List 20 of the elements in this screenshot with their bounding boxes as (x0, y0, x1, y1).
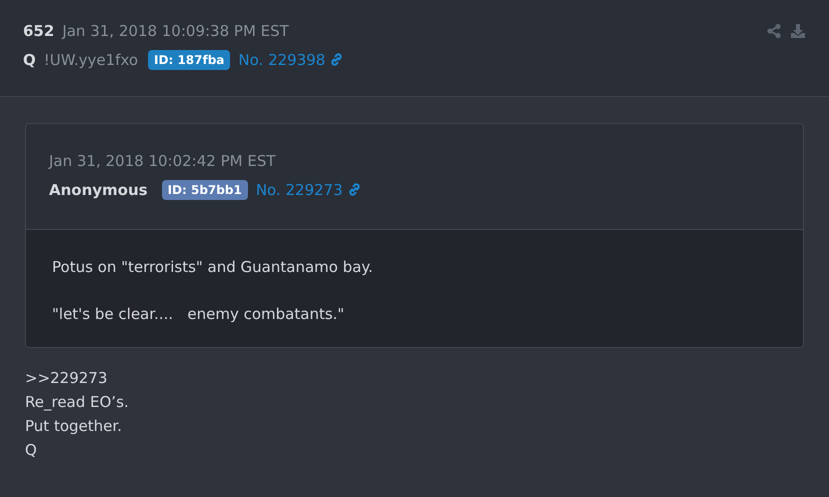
post-text-line: Re_read EO’s. (25, 392, 129, 413)
id-badge: ID: 5b7bb1 (162, 180, 248, 200)
post-number-link[interactable]: No. 229273 (256, 178, 343, 201)
post-text-line: >>229273 (25, 368, 108, 389)
post-number-link[interactable]: No. 229398 (238, 48, 326, 71)
post-timestamp: Jan 31, 2018 10:02:42 PM EST (49, 151, 276, 172)
author-name: Anonymous (49, 180, 148, 200)
share-icon[interactable] (766, 23, 782, 39)
download-icon[interactable] (790, 23, 806, 39)
post-text-line: Put together. (25, 416, 122, 437)
link-icon[interactable] (346, 182, 362, 198)
tripcode: !UW.yye1fxo (44, 50, 138, 70)
post-number: 652 (23, 21, 54, 42)
id-badge: ID: 187fba (148, 50, 230, 70)
post-timestamp: Jan 31, 2018 10:09:38 PM EST (62, 21, 289, 42)
author-name: Q (23, 50, 36, 70)
quoted-text-line: "let's be clear.... enemy combatants." (52, 304, 344, 324)
post-text-line: Q (25, 440, 37, 461)
quoted-text-line: Potus on "terrorists" and Guantanamo bay. (52, 257, 373, 278)
link-icon[interactable] (329, 52, 344, 68)
